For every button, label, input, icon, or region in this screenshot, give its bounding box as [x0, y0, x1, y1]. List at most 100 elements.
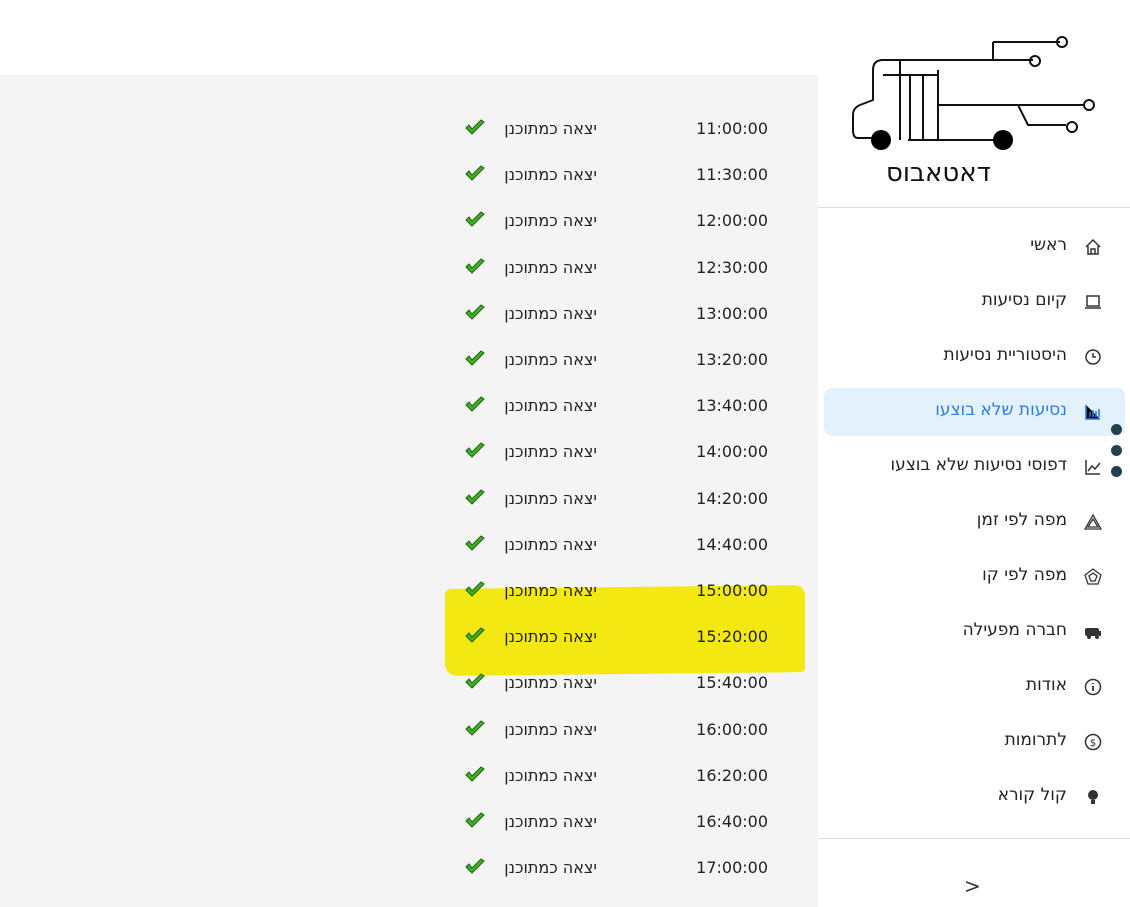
ride-row: 12:00:00 יצאה כמתוכנן — [0, 207, 818, 237]
check-icon — [465, 442, 485, 459]
ride-status: יצאה כמתוכנן — [504, 350, 597, 369]
sidebar-item-label: ראשי — [1030, 235, 1067, 255]
ride-row: 11:30:00 יצאה כמתוכנן — [0, 161, 818, 191]
check-icon — [465, 257, 485, 274]
ride-row: 13:40:00 יצאה כמתוכנן — [0, 392, 818, 422]
ride-status: יצאה כמתוכנן — [504, 858, 597, 878]
ride-time: 13:20:00 — [696, 350, 768, 369]
ride-row: 16:20:00 יצאה כמתוכנן — [0, 762, 818, 792]
divider — [818, 207, 1130, 208]
sidebar-item-label: דפוסי נסיעות שלא בוצעו — [890, 455, 1067, 475]
ride-time: 16:40:00 — [696, 812, 768, 831]
ride-time: 16:00:00 — [696, 719, 768, 739]
ride-time: 13:40:00 — [696, 396, 768, 416]
sidebar-item[interactable]: קיום נסיעות — [824, 278, 1125, 326]
ride-time: 12:00:00 — [696, 211, 768, 231]
ride-status: יצאה כמתוכנן — [504, 765, 597, 785]
check-icon — [465, 165, 485, 181]
sidebar-item[interactable]: היסטוריית נסיעות — [824, 333, 1125, 381]
check-icon — [465, 673, 485, 690]
ride-time: 13:00:00 — [696, 303, 768, 323]
sidebar-item[interactable]: קול קורא — [824, 773, 1125, 821]
bus-icon — [1085, 628, 1101, 639]
ride-time: 12:30:00 — [696, 257, 768, 277]
divider — [818, 838, 1130, 839]
more-dots-icon[interactable] — [1111, 424, 1122, 487]
ride-status: יצאה כמתוכנן — [504, 719, 597, 739]
ride-row: 11:00:00 יצאה כמתוכנן — [0, 115, 818, 145]
ride-status: יצאה כמתוכנן — [504, 581, 597, 600]
ride-status: יצאה כמתוכנן — [504, 211, 597, 231]
sidebar-item[interactable]: $ לתרומות — [824, 718, 1125, 766]
ride-row: 12:30:00 יצאה כמתוכנן — [0, 254, 818, 284]
ride-status: יצאה כמתוכנן — [504, 119, 597, 138]
ride-row: 14:00:00 יצאה כמתוכנן — [0, 438, 818, 468]
ride-status: יצאה כמתוכנן — [504, 165, 597, 185]
sidebar: דאטאבוס ראשי קיום נסיעות היסטוריית נסיעות נ… — [818, 0, 1130, 907]
pentagon-map-icon — [1084, 568, 1102, 585]
ride-row: 16:40:00 יצאה כמתוכנן — [0, 808, 818, 838]
ride-row: 13:00:00 יצאה כמתוכנן — [0, 300, 818, 330]
sidebar-item-label: קול קורא — [997, 785, 1067, 805]
ride-row: 14:20:00 יצאה כמתוכנן — [0, 485, 818, 515]
collapse-button[interactable]: > — [964, 874, 981, 898]
sidebar-item[interactable]: אודות — [824, 663, 1125, 711]
sidebar-item[interactable]: ראשי — [824, 223, 1125, 271]
ride-row: 15:20:00 יצאה כמתוכנן — [0, 623, 818, 653]
ride-time: 11:30:00 — [696, 165, 768, 185]
home-icon — [1085, 238, 1101, 255]
laptop-icon — [1085, 295, 1101, 309]
sidebar-item[interactable]: חברה מפעילה — [824, 608, 1125, 656]
ride-row: 16:00:00 יצאה כמתוכנן — [0, 716, 818, 746]
ride-status: יצאה כמתוכנן — [504, 534, 597, 554]
sidebar-item-label: חברה מפעילה — [962, 620, 1067, 640]
check-icon — [465, 581, 485, 597]
check-icon — [465, 304, 485, 320]
ride-time: 14:20:00 — [696, 488, 768, 508]
check-icon — [465, 719, 485, 736]
ride-row: 17:00:00 יצאה כמתוכנן — [0, 854, 818, 884]
check-icon — [465, 211, 485, 228]
sidebar-item-label: נסיעות שלא בוצעו — [935, 400, 1067, 420]
sidebar-item[interactable]: מפה לפי זמן — [824, 498, 1125, 546]
ride-status: יצאה כמתוכנן — [504, 442, 597, 462]
check-icon — [465, 488, 485, 505]
ride-time: 14:40:00 — [696, 534, 768, 554]
check-icon — [465, 766, 485, 782]
ride-row: 15:40:00 יצאה כמתוכנן — [0, 669, 818, 699]
ride-time: 15:20:00 — [696, 627, 768, 647]
check-icon — [465, 350, 485, 366]
ride-status: יצאה כמתוכנן — [504, 257, 597, 277]
check-icon — [465, 119, 485, 135]
check-icon — [465, 396, 485, 412]
ride-time: 15:00:00 — [696, 581, 768, 600]
ride-status: יצאה כמתוכנן — [504, 488, 597, 508]
svg-text:$: $ — [1090, 738, 1096, 749]
bar-chart-icon — [1085, 405, 1100, 420]
sidebar-item-label: מפה לפי זמן — [976, 510, 1067, 530]
check-icon — [465, 627, 485, 643]
ride-status: יצאה כמתוכנן — [504, 303, 597, 323]
sidebar-item-label: קיום נסיעות — [981, 290, 1067, 310]
ride-status: יצאה כמתוכנן — [504, 812, 597, 831]
sidebar-item[interactable]: מפה לפי קו — [824, 553, 1125, 601]
ride-row: 13:20:00 יצאה כמתוכנן — [0, 346, 818, 376]
ride-status: יצאה כמתוכנן — [504, 627, 597, 647]
check-icon — [465, 858, 485, 874]
ride-row: 14:40:00 יצאה כמתוכנן — [0, 531, 818, 561]
ride-time: 15:40:00 — [696, 673, 768, 693]
info-icon — [1084, 678, 1102, 696]
line-chart-icon — [1085, 460, 1101, 475]
ride-status: יצאה כמתוכנן — [504, 673, 597, 693]
ride-time: 11:00:00 — [696, 119, 768, 138]
ride-time: 16:20:00 — [696, 765, 768, 785]
brand-name: דאטאבוס — [886, 158, 991, 188]
ride-row: 15:00:00 יצאה כמתוכנן — [0, 577, 818, 607]
lightbulb-icon — [1088, 790, 1098, 804]
sidebar-item[interactable]: דפוסי נסיעות שלא בוצעו — [824, 443, 1125, 491]
sidebar-item[interactable]: נסיעות שלא בוצעו — [824, 388, 1125, 436]
triangle-map-icon — [1083, 513, 1103, 530]
sidebar-item-label: היסטוריית נסיעות — [943, 345, 1067, 365]
ride-time: 14:00:00 — [696, 442, 768, 462]
clock-history-icon — [1085, 349, 1101, 365]
